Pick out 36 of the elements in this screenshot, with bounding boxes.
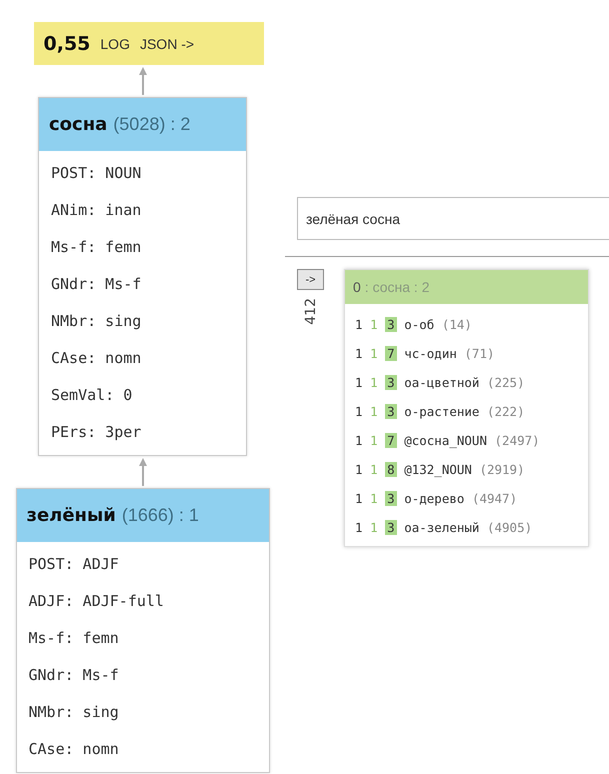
relation-row-text: 1 1 3 оа-цветной (225) [355, 374, 526, 392]
relation-row-text: 1 1 3 оа-зеленый (4905) [355, 519, 534, 537]
feature-line: CAse: nomn [28, 739, 120, 760]
header-word: : сосна : 2 [364, 279, 430, 295]
feature-line: GNdr: Ms-f [28, 665, 120, 686]
link[interactable]: LOG [100, 36, 130, 52]
relation-row-text: 1 1 8 @132_NOUN (2919) [355, 461, 526, 479]
feature-line: POST: NOUN [51, 163, 142, 184]
node-word: зелёный [26, 505, 116, 526]
link[interactable]: JSON -> [140, 36, 194, 52]
query-field[interactable]: зелёная сосна [297, 197, 609, 240]
node-word: сосна [49, 114, 108, 135]
feature-line: Ms-f: femn [28, 628, 120, 649]
relation-row-text: 1 1 7 @сосна_NOUN (2497) [355, 432, 541, 450]
feature-line: Ms-f: femn [51, 237, 142, 258]
feature-line: SemVal: 0 [51, 385, 134, 406]
arrow-up-icon [138, 456, 148, 488]
node-count: (5028) : 2 [113, 114, 190, 135]
score: 0,55 [44, 32, 90, 54]
feature-line: ADJF: ADJF-full [28, 591, 165, 612]
header-index: 0 [353, 279, 361, 295]
relation-row-text: 1 1 7 чс-один (71) [355, 345, 496, 363]
side-count: 412 [302, 298, 318, 325]
feature-line: NMbr: sing [51, 311, 142, 332]
feature-line: CAse: nomn [51, 348, 142, 369]
go-button[interactable]: -> [297, 269, 324, 290]
arrow-up-icon [138, 65, 148, 97]
relation-row-text: 1 1 3 о-растение (222) [355, 403, 526, 421]
node-count: (1666) : 1 [122, 505, 199, 526]
feature-line: PErs: 3per [51, 422, 142, 443]
relation-row-text: 1 1 3 о-об (14) [355, 316, 473, 334]
feature-line: NMbr: sing [28, 702, 120, 723]
feature-line: ANim: inan [51, 200, 142, 221]
feature-line: GNdr: Ms-f [51, 274, 142, 295]
relation-row-text: 1 1 3 о-дерево (4947) [355, 490, 518, 508]
feature-line: POST: ADJF [28, 554, 120, 575]
